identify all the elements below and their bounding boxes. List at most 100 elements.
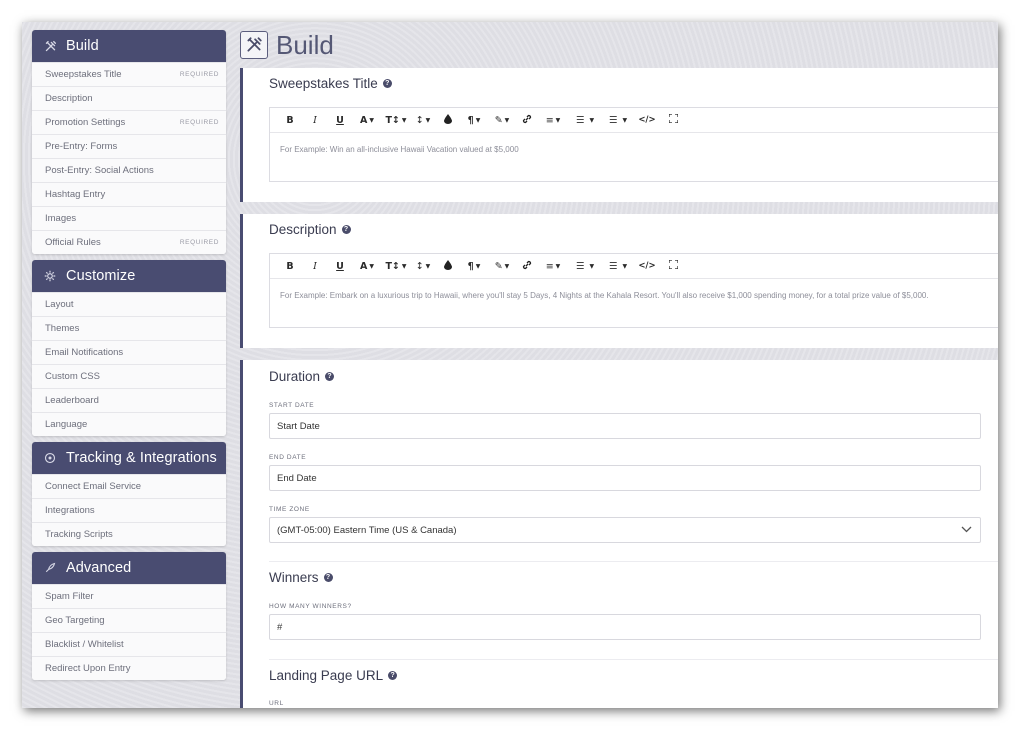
font-size-dropdown[interactable]: T↕ ▼ [382,256,410,276]
code-view-button[interactable]: </> [634,256,660,276]
style-dropdown[interactable]: ✎ ▼ [488,110,516,130]
paragraph-dropdown[interactable]: ¶ ▼ [460,110,488,130]
sidebar-item-label: Language [45,419,88,430]
sidebar-header-label: Build [66,38,99,54]
app-window: Build Sweepstakes Title REQUIRED Descript… [22,22,998,708]
sidebar-header-tracking[interactable]: Tracking & Integrations [32,442,226,474]
sidebar-item-official-rules[interactable]: Official Rules REQUIRED [32,230,226,254]
align-dropdown[interactable]: ≡ ▼ [538,110,568,130]
help-icon[interactable]: ? [325,372,335,381]
sidebar: Build Sweepstakes Title REQUIRED Descript… [32,30,226,686]
fullscreen-button[interactable] [660,110,686,130]
ordered-list-dropdown[interactable]: ☰ ▼ [568,110,602,130]
sidebar-item-integrations[interactable]: Integrations [32,498,226,522]
sidebar-item-label: Post-Entry: Social Actions [45,165,154,176]
underline-button[interactable]: U [328,256,352,276]
font-dropdown[interactable]: A ▼ [352,110,382,130]
italic-button[interactable]: I [302,110,328,130]
italic-button[interactable]: I [302,256,328,276]
panel-heading-text: Landing Page URL [269,668,384,683]
sidebar-header-build[interactable]: Build [32,30,226,62]
start-date-input[interactable]: Start Date [269,413,981,439]
sidebar-item-redirect-upon-entry[interactable]: Redirect Upon Entry [32,656,226,680]
sidebar-item-sweepstakes-title[interactable]: Sweepstakes Title REQUIRED [32,62,226,86]
link-button[interactable] [516,110,538,130]
color-button[interactable] [436,256,460,276]
sidebar-item-label: Description [45,93,93,104]
sidebar-item-label: Promotion Settings [45,117,126,128]
chevron-down-icon [961,525,972,536]
help-icon[interactable]: ? [388,671,398,680]
sidebar-item-themes[interactable]: Themes [32,316,226,340]
sidebar-item-layout[interactable]: Layout [32,292,226,316]
sidebar-header-advanced[interactable]: Advanced [32,552,226,584]
caret-down-icon: ▼ [555,262,561,270]
link-button[interactable] [516,256,538,276]
sidebar-item-description[interactable]: Description [32,86,226,110]
sidebar-item-label: Redirect Upon Entry [45,663,131,674]
align-icon: ≡ [545,114,554,126]
winners-input[interactable]: # [269,614,981,640]
sidebar-item-hashtag-entry[interactable]: Hashtag Entry [32,182,226,206]
sidebar-item-label: Layout [45,299,74,310]
winners-heading: Winners ? [269,570,333,585]
time-zone-select[interactable]: (GMT-05:00) Eastern Time (US & Canada) [269,517,981,543]
time-zone-label: TIME ZONE [269,506,310,513]
font-icon: A [360,260,368,272]
panel-heading-text: Winners [269,570,319,585]
color-button[interactable] [436,110,460,130]
fullscreen-button[interactable] [660,256,686,276]
sidebar-item-spam-filter[interactable]: Spam Filter [32,584,226,608]
sidebar-item-label: Spam Filter [45,591,94,602]
line-height-dropdown[interactable]: ↕ ▼ [410,256,436,276]
bold-button[interactable]: B [278,110,302,130]
magic-wand-icon: ✎ [494,260,503,272]
sidebar-item-language[interactable]: Language [32,412,226,436]
target-icon [42,452,58,464]
unordered-list-icon: ☰ [608,260,618,272]
style-dropdown[interactable]: ✎ ▼ [488,256,516,276]
font-size-icon: T↕ [385,114,400,126]
rich-text-editor: B I U A ▼ T↕ ▼ ↕ ▼ ¶ ▼ ✎ ▼ ≡ ▼ ☰ ▼ ☰ ▼ </> [269,253,998,328]
unordered-list-dropdown[interactable]: ☰ ▼ [602,256,634,276]
font-size-dropdown[interactable]: T↕ ▼ [382,110,410,130]
required-badge: REQUIRED [179,71,219,78]
sidebar-item-pre-entry-forms[interactable]: Pre-Entry: Forms [32,134,226,158]
underline-button[interactable]: U [328,110,352,130]
page-header: Build [240,28,334,62]
sidebar-section-advanced: Advanced Spam Filter Geo Targeting Black… [32,552,226,680]
help-icon[interactable]: ? [382,79,392,88]
editor-content[interactable]: For Example: Embark on a luxurious trip … [270,279,998,327]
end-date-input[interactable]: End Date [269,465,981,491]
panel-heading: Sweepstakes Title ? [269,76,392,91]
sidebar-item-label: Connect Email Service [45,481,142,492]
sidebar-item-promotion-settings[interactable]: Promotion Settings REQUIRED [32,110,226,134]
page-title: Build [276,29,334,60]
sidebar-section-tracking: Tracking & Integrations Connect Email Se… [32,442,226,546]
font-dropdown[interactable]: A ▼ [352,256,382,276]
sidebar-item-blacklist-whitelist[interactable]: Blacklist / Whitelist [32,632,226,656]
ordered-list-dropdown[interactable]: ☰ ▼ [568,256,602,276]
sidebar-item-geo-targeting[interactable]: Geo Targeting [32,608,226,632]
bold-button[interactable]: B [278,256,302,276]
sidebar-item-post-entry-social[interactable]: Post-Entry: Social Actions [32,158,226,182]
winners-label: HOW MANY WINNERS? [269,603,352,610]
sidebar-item-email-notifications[interactable]: Email Notifications [32,340,226,364]
sidebar-item-tracking-scripts[interactable]: Tracking Scripts [32,522,226,546]
caret-down-icon: ▼ [555,116,561,124]
sidebar-header-customize[interactable]: Customize [32,260,226,292]
unordered-list-dropdown[interactable]: ☰ ▼ [602,110,634,130]
line-height-dropdown[interactable]: ↕ ▼ [410,110,436,130]
editor-content[interactable]: For Example: Win an all-inclusive Hawaii… [270,133,998,181]
sidebar-item-connect-email[interactable]: Connect Email Service [32,474,226,498]
sidebar-item-custom-css[interactable]: Custom CSS [32,364,226,388]
align-dropdown[interactable]: ≡ ▼ [538,256,568,276]
code-view-button[interactable]: </> [634,110,660,130]
sidebar-item-images[interactable]: Images [32,206,226,230]
help-icon[interactable]: ? [323,573,333,582]
paragraph-dropdown[interactable]: ¶ ▼ [460,256,488,276]
caret-down-icon: ▼ [401,262,407,270]
sidebar-item-leaderboard[interactable]: Leaderboard [32,388,226,412]
landing-heading: Landing Page URL ? [269,668,398,683]
help-icon[interactable]: ? [341,225,351,234]
